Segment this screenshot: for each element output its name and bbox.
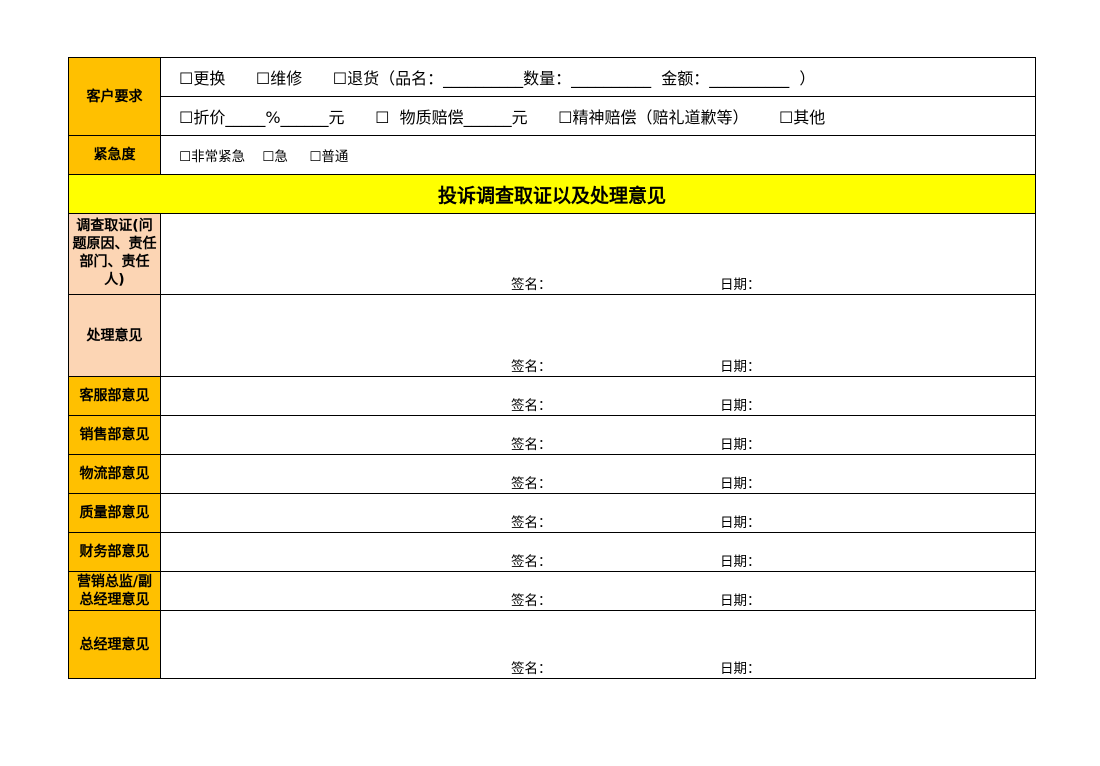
customer-service-input-area[interactable]: 签名： 日期：	[161, 377, 1035, 415]
date-label: 日期：	[720, 437, 761, 453]
investigation-label: 调查取证(问题原因、责任部门、责任人)	[69, 214, 161, 294]
logistics-label: 物流部意见	[69, 455, 161, 493]
signature-label: 签名：	[511, 476, 552, 492]
customer-request-row: 客户要求 ☐更换 ☐维修 ☐退货（品名：__________数量：_______…	[69, 58, 1035, 136]
form-row-quality: 质量部意见 签名： 日期：	[69, 494, 1035, 533]
logistics-input-area[interactable]: 签名： 日期：	[161, 455, 1035, 493]
quality-label: 质量部意见	[69, 494, 161, 532]
investigation-input-area[interactable]: 签名： 日期：	[161, 214, 1035, 294]
date-label: 日期：	[720, 277, 761, 293]
marketing-director-input-area[interactable]: 签名： 日期：	[161, 572, 1035, 610]
urgency-label: 紧急度	[69, 136, 161, 174]
form-row-investigation: 调查取证(问题原因、责任部门、责任人) 签名： 日期：	[69, 214, 1035, 295]
customer-request-line-1[interactable]: ☐更换 ☐维修 ☐退货（品名：__________数量：__________ 金…	[161, 58, 1035, 96]
date-label: 日期：	[720, 661, 761, 677]
signature-label: 签名：	[511, 554, 552, 570]
customer-service-label: 客服部意见	[69, 377, 161, 415]
form-row-handling-opinion: 处理意见 签名： 日期：	[69, 295, 1035, 377]
general-manager-input-area[interactable]: 签名： 日期：	[161, 611, 1035, 678]
marketing-director-label: 营销总监/副总经理意见	[69, 572, 161, 610]
date-label: 日期：	[720, 593, 761, 609]
form-row-marketing-director: 营销总监/副总经理意见 签名： 日期：	[69, 572, 1035, 611]
quality-input-area[interactable]: 签名： 日期：	[161, 494, 1035, 532]
signature-label: 签名：	[511, 593, 552, 609]
customer-request-options: ☐更换 ☐维修 ☐退货（品名：__________数量：__________ 金…	[161, 58, 1035, 135]
sales-input-area[interactable]: 签名： 日期：	[161, 416, 1035, 454]
complaint-form-table: 客户要求 ☐更换 ☐维修 ☐退货（品名：__________数量：_______…	[68, 57, 1036, 679]
handling-opinion-label: 处理意见	[69, 295, 161, 376]
handling-opinion-input-area[interactable]: 签名： 日期：	[161, 295, 1035, 376]
date-label: 日期：	[720, 398, 761, 414]
urgency-options[interactable]: ☐非常紧急 ☐急 ☐普通	[161, 136, 1035, 174]
section-title-banner: 投诉调查取证以及处理意见	[69, 175, 1035, 214]
date-label: 日期：	[720, 515, 761, 531]
signature-label: 签名：	[511, 661, 552, 677]
sales-label: 销售部意见	[69, 416, 161, 454]
form-row-logistics: 物流部意见 签名： 日期：	[69, 455, 1035, 494]
signature-label: 签名：	[511, 359, 552, 375]
form-row-finance: 财务部意见 签名： 日期：	[69, 533, 1035, 572]
date-label: 日期：	[720, 359, 761, 375]
general-manager-label: 总经理意见	[69, 611, 161, 678]
urgency-row: 紧急度 ☐非常紧急 ☐急 ☐普通	[69, 136, 1035, 175]
signature-label: 签名：	[511, 515, 552, 531]
form-row-customer-service: 客服部意见 签名： 日期：	[69, 377, 1035, 416]
form-row-sales: 销售部意见 签名： 日期：	[69, 416, 1035, 455]
form-row-general-manager: 总经理意见 签名： 日期：	[69, 611, 1035, 678]
signature-label: 签名：	[511, 277, 552, 293]
signature-label: 签名：	[511, 437, 552, 453]
date-label: 日期：	[720, 554, 761, 570]
section-title: 投诉调查取证以及处理意见	[437, 184, 666, 207]
customer-request-label: 客户要求	[69, 58, 161, 135]
date-label: 日期：	[720, 476, 761, 492]
finance-label: 财务部意见	[69, 533, 161, 571]
signature-label: 签名：	[511, 398, 552, 414]
customer-request-line-2[interactable]: ☐折价_____%______元 ☐ 物质赔偿______元 ☐精神赔偿（赔礼道…	[161, 96, 1035, 135]
finance-input-area[interactable]: 签名： 日期：	[161, 533, 1035, 571]
